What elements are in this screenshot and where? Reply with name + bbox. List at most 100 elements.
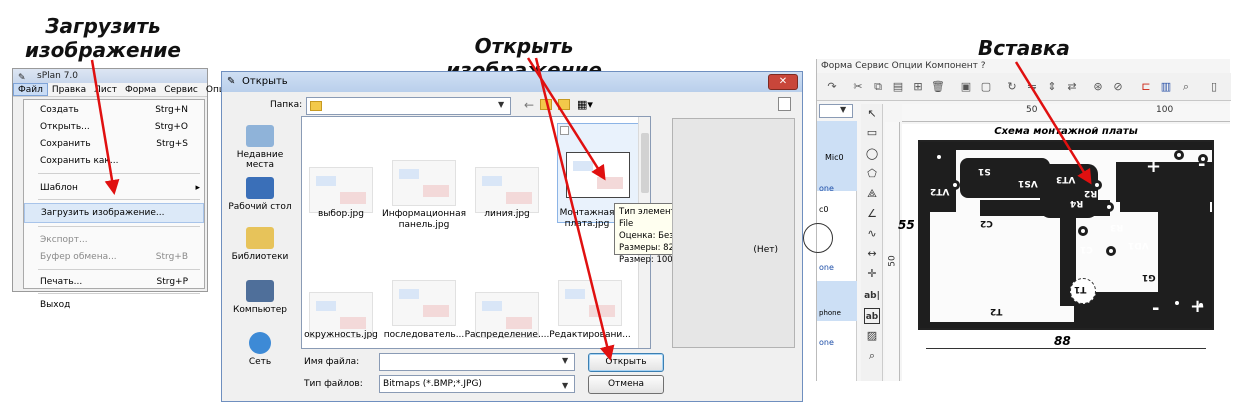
file-thumb-liniya[interactable]	[475, 167, 539, 213]
up-folder-icon[interactable]	[540, 99, 552, 110]
image-tool-icon[interactable]: ▨	[864, 328, 880, 344]
lock-icon[interactable]: ⊛	[1091, 80, 1105, 94]
place-computer[interactable]: Компьютер	[222, 280, 298, 315]
component-symbol	[803, 223, 833, 253]
rectangle-tool-icon[interactable]: ▭	[864, 125, 880, 141]
place-network[interactable]: Сеть	[222, 332, 298, 367]
polygon-tool-icon[interactable]: ⬠	[864, 166, 880, 182]
file-select-checkbox[interactable]	[560, 126, 569, 135]
chevron-down-icon: ▼	[498, 100, 505, 109]
component-red-icon[interactable]: ⊏	[1139, 80, 1153, 94]
unlock-icon[interactable]: ⊘	[1111, 80, 1125, 94]
file-thumb-infopanel[interactable]	[392, 160, 456, 206]
file-thumb-vybor[interactable]	[309, 167, 373, 213]
side-link-1[interactable]: one	[819, 184, 834, 193]
drawing-canvas[interactable]: Схема монтажной платы S1 VT2 VS1 VT3 C2 …	[898, 124, 1230, 381]
computer-icon	[246, 280, 274, 302]
place-recent[interactable]: Недавние места	[222, 125, 298, 170]
callout-load-line2: изображение	[24, 38, 181, 62]
menu-edit[interactable]: Правка	[48, 83, 90, 96]
filename-input[interactable]: ▼	[379, 353, 575, 371]
file-name-montage[interactable]: Монтажная плата.jpg	[553, 208, 621, 230]
polyline-tool-icon[interactable]: ⟁	[864, 186, 880, 202]
file-name-redaktirovanie[interactable]: Редактировани...	[545, 330, 635, 341]
new-folder-icon[interactable]	[558, 99, 570, 110]
inserted-pcb-image[interactable]: S1 VT2 VS1 VT3 C2 R4 R2 R3 C1 VD1 T1 G1 …	[918, 140, 1214, 330]
filetype-value: Bitmaps (*.BMP;*.JPG)	[383, 379, 482, 389]
open-button[interactable]: Открыть	[588, 353, 664, 372]
menu-form[interactable]: Форма	[121, 83, 160, 96]
group-icon[interactable]: ▣	[959, 80, 973, 94]
ruler-mark-100: 100	[1156, 105, 1174, 115]
file-name-okruzhnost[interactable]: окружность.jpg	[296, 330, 386, 341]
file-name-raspredelenie[interactable]: Распределение....	[462, 330, 552, 341]
place-label: Библиотеки	[231, 252, 289, 262]
place-desktop[interactable]: Рабочий стол	[222, 177, 298, 212]
ungroup-icon[interactable]: ▢	[979, 80, 993, 94]
component-library-select[interactable]: ▼	[819, 104, 853, 118]
menu-service[interactable]: Сервис	[160, 83, 202, 96]
paste-icon[interactable]: ▤	[891, 80, 905, 94]
chevron-down-icon: ▼	[562, 356, 569, 365]
place-libraries[interactable]: Библиотеки	[222, 227, 298, 262]
junction-tool-icon[interactable]: ✛	[864, 266, 880, 282]
menu-item-label: Экспорт...	[40, 235, 88, 245]
back-icon[interactable]: ←	[524, 98, 534, 112]
cut-icon[interactable]: ✂	[851, 80, 865, 94]
file-name-infopanel[interactable]: Информационная панель.jpg	[379, 209, 469, 231]
cancel-button[interactable]: Отмена	[588, 375, 664, 394]
dimension-tool-icon[interactable]: ↔	[864, 246, 880, 262]
side-link-3[interactable]: one	[819, 338, 834, 347]
menu-item-exit[interactable]: Выход	[24, 295, 204, 315]
file-thumb-montage[interactable]	[566, 152, 630, 198]
redo-icon[interactable]: ↷	[825, 80, 839, 94]
rotate-icon[interactable]: ↻	[1005, 80, 1019, 94]
ellipse-tool-icon[interactable]: ◯	[864, 146, 880, 162]
binoculars-icon[interactable]: ⌕	[1179, 80, 1193, 94]
filetype-select[interactable]: Bitmaps (*.BMP;*.JPG) ▼	[379, 375, 575, 393]
menu-item-print[interactable]: Печать... Strg+P	[24, 272, 204, 292]
pcb-trace	[980, 200, 1110, 216]
menu-item-clipboard[interactable]: Буфер обмена... Strg+B	[24, 247, 204, 267]
mirror-icon[interactable]: ⇋	[1025, 80, 1039, 94]
pointer-tool-icon[interactable]: ↖	[864, 106, 880, 122]
board-toolbar: ↷ ✂ ⧉ ▤ ⊞ 🗑 ▣ ▢ ↻ ⇋ ⇕ ⇄ ⊛ ⊘ ⊏ ▥ ⌕ ▯	[817, 73, 1231, 101]
menu-item-label: Сохранить как...	[40, 156, 119, 166]
line-tool-icon[interactable]: ∠	[864, 206, 880, 222]
side-link-2[interactable]: one	[819, 263, 834, 272]
recent-places-icon	[246, 125, 274, 147]
folder-combobox[interactable]: ▼	[306, 97, 511, 115]
copy-icon[interactable]: ⧉	[871, 80, 885, 94]
submenu-arrow-icon: ▸	[195, 183, 200, 193]
bezier-tool-icon[interactable]: ∿	[864, 226, 880, 242]
splan-menu-window: ✎ sPlan 7.0 Файл Правка Лист Форма Серви…	[12, 68, 225, 310]
scrollbar-thumb[interactable]	[641, 133, 649, 193]
file-name-liniya[interactable]: линия.jpg	[462, 209, 552, 220]
file-name-vybor[interactable]: выбор.jpg	[296, 209, 386, 220]
view-menu-icon[interactable]: ▦▾	[577, 98, 593, 111]
polarity-plus-bottom: +	[1190, 296, 1206, 317]
menu-item-label: Открыть...	[40, 122, 90, 132]
library-icon[interactable]: ▥	[1159, 80, 1173, 94]
board-menubar[interactable]: Форма Сервис Опции Компонент ?	[817, 59, 1231, 73]
duplicate-icon[interactable]: ⊞	[911, 80, 925, 94]
left-ruler: 50	[885, 122, 900, 381]
menu-item-save-as[interactable]: Сохранить как...	[24, 151, 204, 171]
pcb-trace	[1158, 212, 1212, 292]
align-icon[interactable]: ⇕	[1045, 80, 1059, 94]
preview-toggle-icon[interactable]	[778, 97, 791, 111]
zoom-tool-icon[interactable]: ⌕	[864, 348, 880, 364]
delete-icon[interactable]: 🗑	[931, 80, 945, 94]
menu-item-template[interactable]: Шаблон ▸	[24, 178, 204, 198]
close-icon: ✕	[778, 76, 788, 87]
close-button[interactable]: ✕	[768, 74, 798, 90]
text-tool-icon[interactable]: ab|	[864, 288, 880, 304]
file-thumb-redaktirovanie[interactable]	[558, 280, 622, 326]
flip-icon[interactable]: ⇄	[1065, 80, 1079, 94]
menu-item-load-image[interactable]: Загрузить изображение...	[24, 203, 204, 223]
menu-sheet[interactable]: Лист	[90, 83, 121, 96]
file-thumb-posledovatel[interactable]	[392, 280, 456, 326]
page-icon[interactable]: ▯	[1207, 80, 1221, 94]
file-name-posledovatel[interactable]: последователь...	[379, 330, 469, 341]
textbox-tool-icon[interactable]: ab	[864, 308, 880, 324]
